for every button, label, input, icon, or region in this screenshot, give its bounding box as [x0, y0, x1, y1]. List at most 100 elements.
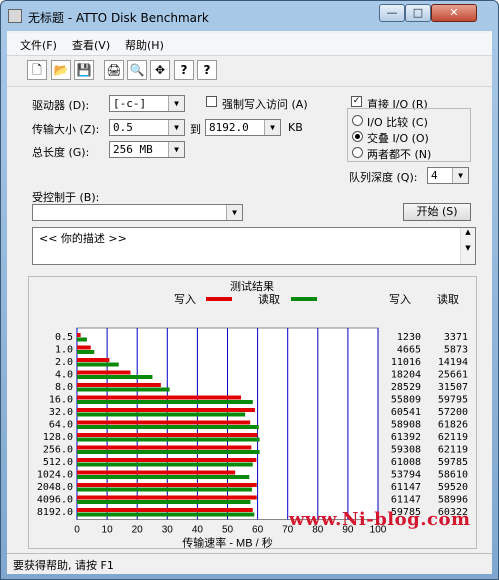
- io-compare-radio[interactable]: [352, 115, 363, 126]
- y-tick-label: 1.0: [55, 345, 73, 356]
- controlled-by-label: 受控制于 (B):: [32, 191, 100, 204]
- menu-bar: 文件(F) 查看(V) 帮助(H): [7, 33, 492, 55]
- queue-depth-select[interactable]: 4 ▼: [427, 167, 469, 184]
- x-tick-label: 40: [192, 525, 204, 536]
- bar-write: [77, 458, 257, 462]
- chevron-down-icon: ▼: [452, 168, 468, 183]
- write-value: 11016: [391, 357, 421, 368]
- write-value: 28529: [391, 382, 421, 393]
- x-tick-label: 20: [132, 525, 144, 536]
- write-value: 18204: [391, 370, 421, 381]
- read-value: 31507: [438, 382, 468, 393]
- total-length-value: 256 MB: [113, 143, 153, 156]
- y-tick-label: 64.0: [49, 420, 73, 431]
- transfer-to-value: 8192.0: [209, 121, 249, 134]
- context-help-icon[interactable]: ?: [197, 60, 217, 80]
- save-icon[interactable]: 💾: [74, 60, 94, 80]
- transfer-to-select[interactable]: 8192.0 ▼: [205, 119, 281, 136]
- bar-read: [77, 375, 153, 379]
- bar-write: [77, 370, 131, 375]
- x-tick-label: 50: [222, 525, 234, 536]
- force-write-label: 强制写入访问 (A): [222, 98, 308, 111]
- description-text: << 你的描述 >>: [39, 232, 127, 245]
- x-tick-label: 60: [252, 525, 264, 536]
- chevron-down-icon: ▼: [168, 120, 184, 135]
- read-value: 59785: [438, 457, 468, 468]
- read-value: 58996: [438, 495, 468, 506]
- y-tick-label: 2048.0: [37, 482, 73, 493]
- read-value: 61826: [438, 420, 468, 431]
- drive-value: [-c-]: [113, 97, 147, 110]
- write-value: 58908: [391, 420, 421, 431]
- overlapped-io-radio[interactable]: [352, 131, 363, 142]
- write-value: 59308: [391, 445, 421, 456]
- menu-help[interactable]: 帮助(H): [125, 37, 164, 53]
- bar-write: [77, 445, 252, 450]
- column-header-write: 写入: [389, 294, 411, 306]
- chevron-down-icon: ▼: [168, 96, 184, 111]
- help-icon[interactable]: ?: [174, 60, 194, 80]
- bar-write: [77, 395, 242, 400]
- y-tick-label: 4.0: [55, 370, 73, 381]
- start-button[interactable]: 开始 (S): [403, 203, 471, 221]
- y-tick-label: 2.0: [55, 357, 73, 368]
- y-tick-label: 4096.0: [37, 495, 73, 506]
- status-bar: 要获得帮助, 请按 F1: [7, 553, 492, 574]
- drive-select[interactable]: [-c-] ▼: [109, 95, 185, 112]
- close-button[interactable]: ✕: [431, 4, 477, 22]
- direct-io-checkbox[interactable]: ✓: [351, 96, 362, 107]
- bar-write: [77, 383, 161, 387]
- window-title: 无标题 - ATTO Disk Benchmark: [28, 11, 209, 25]
- bar-read: [77, 437, 260, 442]
- bar-read: [77, 387, 170, 392]
- write-value: 1230: [397, 332, 421, 343]
- x-tick-label: 30: [162, 525, 174, 536]
- to-label: 到: [190, 123, 201, 136]
- overlapped-io-label: 交叠 I/O (O): [367, 132, 429, 145]
- title-bar[interactable]: 无标题 - ATTO Disk Benchmark — □ ✕: [1, 1, 498, 31]
- bar-read: [77, 425, 259, 429]
- move-icon[interactable]: ✥: [150, 60, 170, 80]
- description-input[interactable]: << 你的描述 >> ▲ ▼: [32, 227, 476, 265]
- neither-radio[interactable]: [352, 147, 363, 158]
- bar-write: [77, 408, 255, 412]
- open-icon[interactable]: 📂: [51, 60, 71, 80]
- read-value: 59520: [438, 482, 468, 493]
- status-text: 要获得帮助, 请按 F1: [13, 559, 114, 572]
- transfer-size-label: 传输大小 (Z):: [32, 123, 100, 136]
- y-tick-label: 8192.0: [37, 507, 73, 518]
- watermark: www.Ni-blog.com: [289, 509, 471, 530]
- bar-write: [77, 483, 257, 487]
- transfer-from-select[interactable]: 0.5 ▼: [109, 119, 185, 136]
- print-preview-icon[interactable]: 🔍: [127, 60, 147, 80]
- write-value: 53794: [391, 470, 421, 481]
- bar-write: [77, 333, 81, 337]
- menu-view[interactable]: 查看(V): [72, 37, 110, 53]
- controlled-by-select[interactable]: ▼: [32, 204, 243, 221]
- write-value: 61147: [391, 495, 421, 506]
- client-area: 文件(F) 查看(V) 帮助(H) 🗋 📂 💾 🖨 🔍 ✥ ? ? 驱动器 (D…: [7, 31, 492, 574]
- description-scrollbar[interactable]: ▲ ▼: [460, 228, 475, 264]
- bar-write: [77, 433, 258, 437]
- bar-read: [77, 462, 253, 467]
- total-length-select[interactable]: 256 MB ▼: [109, 141, 185, 158]
- bar-read: [77, 500, 251, 504]
- new-icon[interactable]: 🗋: [27, 60, 47, 80]
- read-value: 3371: [444, 332, 468, 343]
- legend-write-swatch: [206, 297, 232, 301]
- unit-kb-label: KB: [288, 121, 303, 134]
- print-icon[interactable]: 🖨: [104, 60, 124, 80]
- maximize-button[interactable]: □: [405, 4, 431, 22]
- menu-file[interactable]: 文件(F): [20, 37, 57, 53]
- app-window: 无标题 - ATTO Disk Benchmark — □ ✕ 文件(F) 查看…: [0, 0, 499, 580]
- read-value: 59795: [438, 395, 468, 406]
- x-tick-label: 0: [74, 525, 80, 536]
- x-tick-label: 10: [102, 525, 114, 536]
- read-value: 57200: [438, 407, 468, 418]
- drive-label: 驱动器 (D):: [32, 99, 90, 112]
- write-value: 61008: [391, 457, 421, 468]
- minimize-button[interactable]: —: [379, 4, 405, 22]
- force-write-checkbox[interactable]: [206, 96, 217, 107]
- legend-write-label: 写入: [174, 294, 196, 306]
- bar-read: [77, 487, 252, 492]
